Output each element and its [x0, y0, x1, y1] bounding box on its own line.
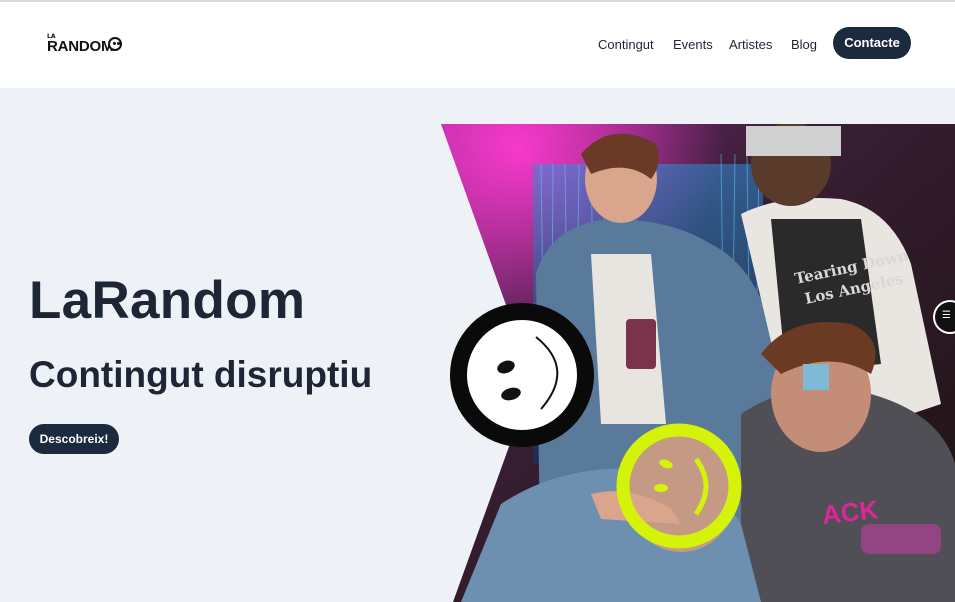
nav-link-blog[interactable]: Blog: [791, 35, 817, 54]
nav-link-contingut[interactable]: Contingut: [598, 35, 654, 54]
hero-photo: Tearing Down Los Angeles ACK: [441, 124, 955, 602]
discover-button[interactable]: Descobreix!: [29, 424, 119, 454]
logo-wordmark: RANDOM: [47, 38, 114, 55]
contact-button[interactable]: Contacte: [833, 27, 911, 59]
hero-subtitle: Contingut disruptiu: [29, 354, 373, 395]
smiley-icon: [450, 303, 594, 447]
nav-link-events[interactable]: Events: [673, 35, 713, 54]
hero-title: LaRandom: [29, 271, 306, 330]
logo-smiley-icon: [108, 37, 122, 51]
widget-glyph: ☰: [942, 310, 951, 321]
logo[interactable]: LA RANDOM: [47, 33, 145, 57]
nav-link-artistes[interactable]: Artistes: [729, 35, 772, 54]
